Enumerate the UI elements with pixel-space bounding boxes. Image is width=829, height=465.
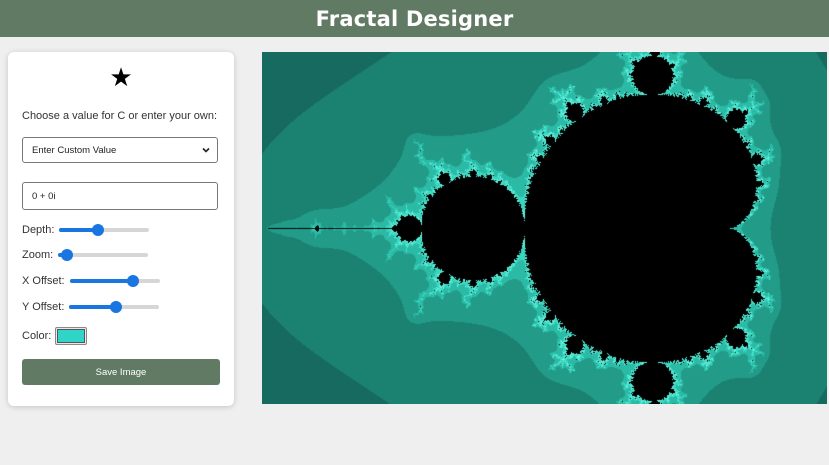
depth-slider[interactable] — [59, 224, 150, 236]
c-value-input[interactable]: 0 + 0i — [22, 182, 218, 210]
depth-slider-thumb[interactable] — [92, 224, 105, 236]
depth-row: Depth: — [22, 223, 150, 237]
save-image-button[interactable]: Save Image — [22, 359, 220, 385]
fractal-canvas[interactable] — [262, 52, 827, 404]
color-swatch — [57, 329, 86, 343]
depth-label: Depth: — [22, 224, 55, 236]
star-icon: ★ — [109, 62, 133, 92]
c-value-prompt: Choose a value for C or enter your own: — [22, 110, 218, 122]
control-panel: ★ Choose a value for C or enter your own… — [8, 52, 234, 406]
color-picker[interactable] — [55, 327, 88, 345]
c-preset-select[interactable]: Enter Custom Value — [22, 137, 218, 163]
zoom-row: Zoom: — [22, 248, 149, 262]
c-preset-selected-value: Enter Custom Value — [32, 144, 117, 156]
page-title: Fractal Designer — [315, 6, 514, 31]
x-offset-slider[interactable] — [69, 275, 160, 287]
y-offset-row: Y Offset: — [22, 300, 160, 314]
c-value-text: 0 + 0i — [32, 190, 56, 202]
y-offset-slider-fill — [69, 305, 117, 309]
app-header: Fractal Designer — [0, 0, 829, 37]
chevron-down-icon — [202, 147, 210, 153]
zoom-label: Zoom: — [22, 249, 54, 261]
zoom-slider[interactable] — [58, 249, 149, 261]
y-offset-slider-thumb[interactable] — [110, 301, 123, 313]
color-row: Color: — [22, 327, 88, 345]
x-offset-slider-thumb[interactable] — [126, 275, 139, 287]
fractal-canvas-area[interactable] — [262, 52, 827, 404]
zoom-slider-thumb[interactable] — [61, 249, 74, 261]
x-offset-slider-fill — [69, 279, 133, 283]
y-offset-slider[interactable] — [69, 301, 160, 313]
color-label: Color: — [22, 330, 52, 342]
y-offset-label: Y Offset: — [22, 301, 65, 313]
x-offset-row: X Offset: — [22, 274, 160, 288]
x-offset-label: X Offset: — [22, 275, 65, 287]
